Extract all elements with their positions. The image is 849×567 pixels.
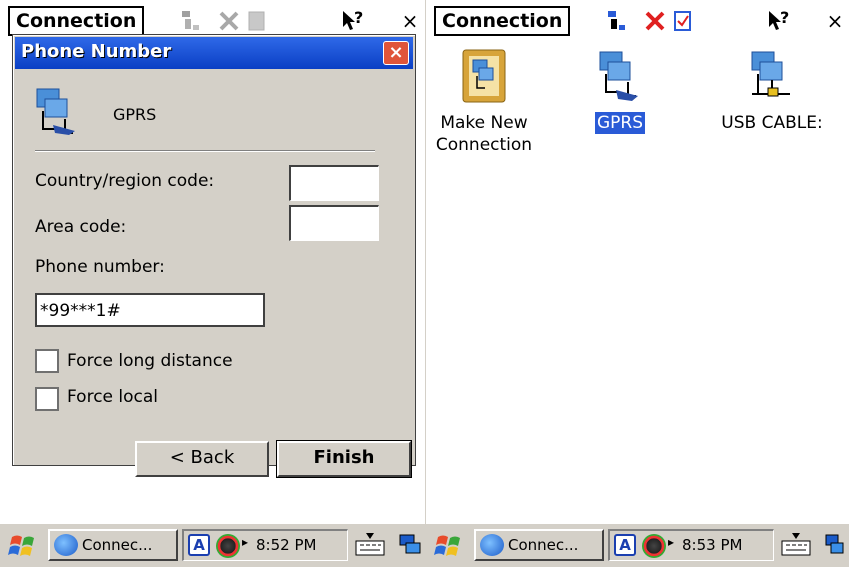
document-icon[interactable]: [242, 6, 272, 36]
usb-cable-connection-icon: [751, 51, 790, 97]
phone-number-input[interactable]: *99***1#: [35, 293, 265, 327]
taskbar-connection-button[interactable]: Connec...: [474, 529, 604, 561]
right-screen: Connection ? × Make New Connection GPRS …: [425, 0, 849, 567]
input-mode-icon[interactable]: A: [614, 534, 636, 556]
gprs-connection-label: GPRS: [594, 112, 646, 134]
force-long-distance-checkbox[interactable]: [35, 349, 59, 373]
separator: [35, 150, 375, 152]
system-tray: A ▸ 8:53 PM: [608, 529, 774, 561]
start-icon[interactable]: [434, 531, 466, 561]
help-icon[interactable]: ?: [764, 6, 794, 36]
force-local-checkbox[interactable]: [35, 387, 59, 411]
taskbar: Connec... A ▸ 8:53 PM: [426, 523, 849, 567]
force-long-distance-label[interactable]: Force long distance: [67, 351, 233, 371]
clock[interactable]: 8:52 PM: [256, 536, 316, 554]
dialog-close-button[interactable]: ×: [383, 41, 409, 65]
gprs-connection-icon: [599, 51, 638, 101]
input-method-icon[interactable]: [642, 534, 666, 558]
command-bar: Connection ? ×: [426, 0, 849, 38]
finish-button[interactable]: Finish: [276, 440, 412, 478]
connection-menu-button[interactable]: Connection: [8, 6, 145, 36]
gprs-connection-icon: [35, 85, 79, 137]
keyboard-icon[interactable]: [354, 531, 386, 559]
dialog-title: Phone Number: [21, 41, 172, 62]
globe-icon: [54, 534, 78, 556]
taskbar: Connec... A ▸ 8:52 PM: [0, 523, 425, 567]
taskbar-task-label: Connec...: [508, 536, 579, 554]
country-region-code-input[interactable]: [289, 165, 379, 201]
close-app-icon[interactable]: ×: [398, 6, 422, 36]
area-code-input[interactable]: [289, 205, 379, 241]
make-new-connection-icon: [462, 49, 506, 103]
desktop-icon[interactable]: [824, 531, 849, 559]
usb-cable-connection-item[interactable]: USB CABLE:: [712, 48, 832, 134]
globe-icon: [480, 534, 504, 556]
keyboard-icon[interactable]: [780, 531, 812, 559]
connection-menu-button[interactable]: Connection: [434, 6, 571, 36]
input-method-icon[interactable]: [216, 534, 240, 558]
properties-icon[interactable]: [176, 6, 206, 36]
document-icon[interactable]: [668, 6, 698, 36]
force-local-label[interactable]: Force local: [67, 387, 158, 407]
back-button[interactable]: < Back: [135, 441, 269, 477]
delete-icon[interactable]: [214, 6, 244, 36]
usb-cable-connection-label: USB CABLE:: [721, 113, 823, 133]
delete-icon[interactable]: [640, 6, 670, 36]
svg-text:?: ?: [780, 9, 789, 27]
desktop-icon[interactable]: [398, 531, 424, 559]
system-tray: A ▸ 8:52 PM: [182, 529, 348, 561]
area-code-label: Area code:: [35, 217, 127, 237]
phone-number-dialog: Phone Number × GPRS Country/region code:…: [12, 34, 416, 478]
input-mode-icon[interactable]: A: [188, 534, 210, 556]
tray-arrow-icon[interactable]: ▸: [242, 535, 248, 549]
clock[interactable]: 8:53 PM: [682, 536, 742, 554]
taskbar-connection-button[interactable]: Connec...: [48, 529, 178, 561]
make-new-connection-item[interactable]: Make New Connection: [426, 48, 544, 156]
phone-number-label: Phone number:: [35, 257, 165, 277]
properties-icon[interactable]: [602, 6, 632, 36]
close-app-icon[interactable]: ×: [823, 6, 847, 36]
left-screen: Connection ? × Phone Number × GPRS Count…: [0, 0, 425, 567]
start-icon[interactable]: [8, 531, 40, 561]
make-new-connection-label: Make New Connection: [435, 113, 533, 155]
command-bar: Connection ? ×: [0, 0, 425, 38]
taskbar-task-label: Connec...: [82, 536, 153, 554]
svg-text:?: ?: [354, 9, 363, 27]
gprs-connection-item[interactable]: GPRS: [578, 48, 662, 134]
dialog-titlebar: Phone Number ×: [15, 37, 413, 69]
tray-arrow-icon[interactable]: ▸: [668, 535, 674, 549]
connection-name: GPRS: [113, 105, 157, 124]
help-icon[interactable]: ?: [338, 6, 368, 36]
country-region-code-label: Country/region code:: [35, 171, 215, 191]
